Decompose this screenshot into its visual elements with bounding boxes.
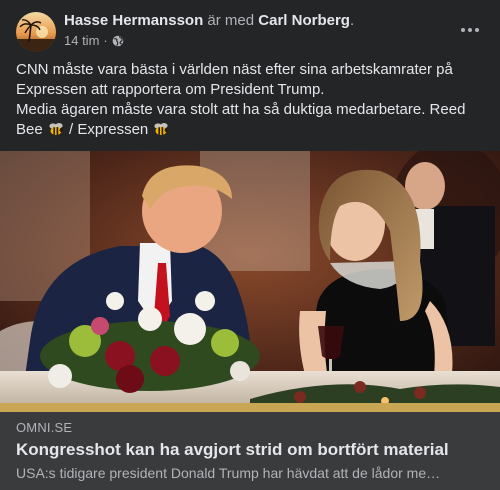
post-header-line: Hasse Hermansson är med Carl Norberg. (64, 11, 354, 30)
bee-emoji-icon (49, 123, 63, 135)
with-text: är med (207, 12, 255, 29)
author-name[interactable]: Hasse Hermansson (64, 12, 203, 29)
dinner-photo-illustration (0, 151, 500, 412)
link-domain: OMNI.SE (16, 420, 73, 435)
more-options-button[interactable] (456, 16, 484, 44)
meta-separator: · (103, 33, 108, 48)
facebook-post-card: Hasse Hermansson är med Carl Norberg. 14… (0, 0, 500, 490)
post-text-line-2: Media ägaren måste vara stolt att ha så … (16, 100, 486, 140)
bee-emoji-icon (154, 123, 169, 135)
post-photo[interactable] (0, 151, 500, 412)
post-timestamp[interactable]: 14 tim (64, 32, 99, 49)
avatar-image (16, 12, 56, 52)
author-avatar[interactable] (16, 12, 56, 52)
tagged-name[interactable]: Carl Norberg (258, 12, 350, 29)
post-text-part-2: / Expressen (69, 121, 149, 138)
tagged-suffix: . (349, 12, 355, 29)
link-preview[interactable]: OMNI.SE Kongresshot kan ha avgjort strid… (0, 412, 500, 490)
ellipsis-icon (461, 28, 479, 32)
link-title[interactable]: Kongresshot kan ha avgjort strid om bort… (16, 439, 486, 460)
globe-icon[interactable] (112, 35, 124, 47)
link-description: USA:s tidigare president Donald Trump ha… (16, 465, 441, 481)
post-meta: 14 tim · (64, 32, 124, 49)
post-text-line-1: CNN måste vara bästa i världen näst efte… (16, 61, 453, 98)
post-text: CNN måste vara bästa i världen näst efte… (16, 60, 486, 140)
